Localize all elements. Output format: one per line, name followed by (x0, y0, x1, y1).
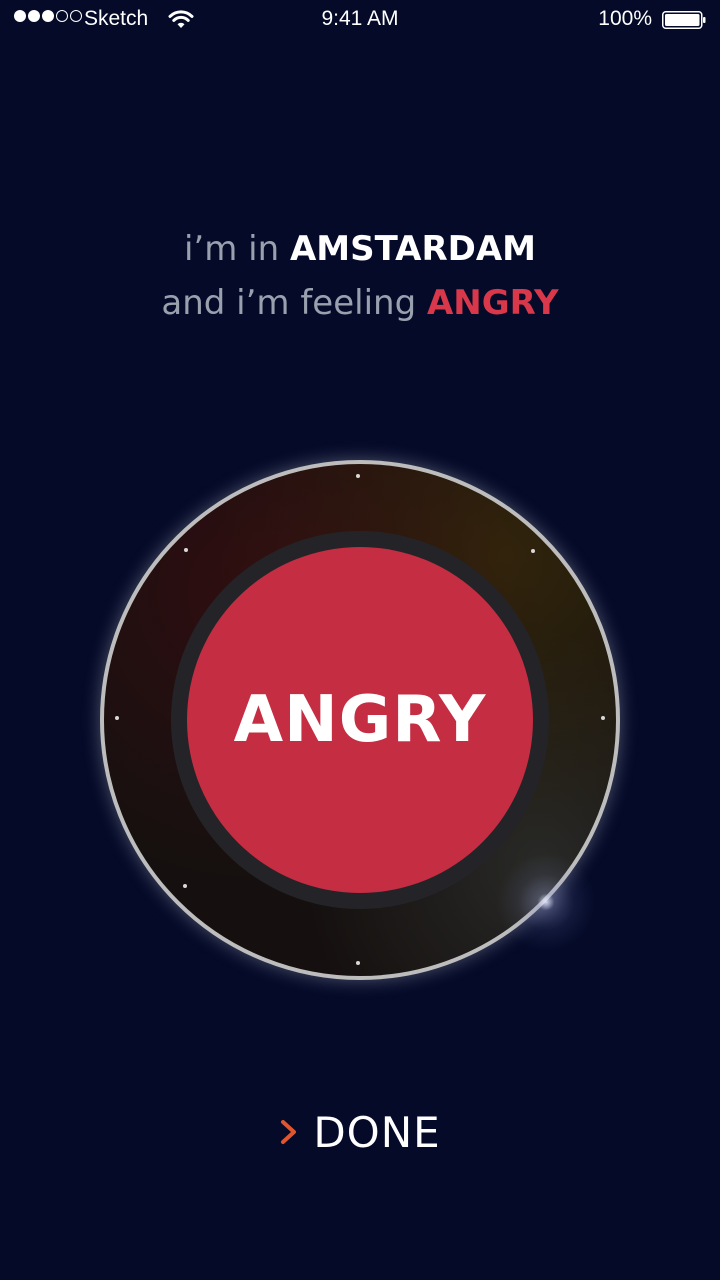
mood-headline: i’m in AMSTARDAM and i’m feeling ANGRY (0, 222, 720, 330)
dial-knob-handle[interactable] (496, 852, 596, 952)
battery-icon (662, 11, 706, 29)
mood-label: ANGRY (233, 683, 487, 757)
dial-tick (356, 961, 360, 965)
dial-tick (531, 549, 535, 553)
dial-tick (115, 716, 119, 720)
location-line: i’m in AMSTARDAM (0, 222, 720, 276)
mood-button[interactable]: ANGRY (187, 547, 533, 893)
dial-tick (183, 884, 187, 888)
mood-dial[interactable]: ANGRY (100, 460, 620, 980)
feeling-line: and i’m feeling ANGRY (0, 276, 720, 330)
done-label: DONE (313, 1107, 441, 1157)
status-bar: Sketch 9:41 AM 100% (0, 0, 720, 40)
feeling-prefix: and i’m feeling (161, 283, 417, 323)
battery-percent: 100% (598, 7, 652, 30)
dial-tick (601, 716, 605, 720)
dial-tick (356, 474, 360, 478)
dial-tick (184, 548, 188, 552)
location-prefix: i’m in (183, 229, 280, 269)
feeling-mood: ANGRY (426, 283, 559, 323)
city-name: AMSTARDAM (289, 229, 537, 269)
chevron-right-icon (281, 1120, 297, 1144)
done-button[interactable]: DONE (0, 1100, 720, 1164)
